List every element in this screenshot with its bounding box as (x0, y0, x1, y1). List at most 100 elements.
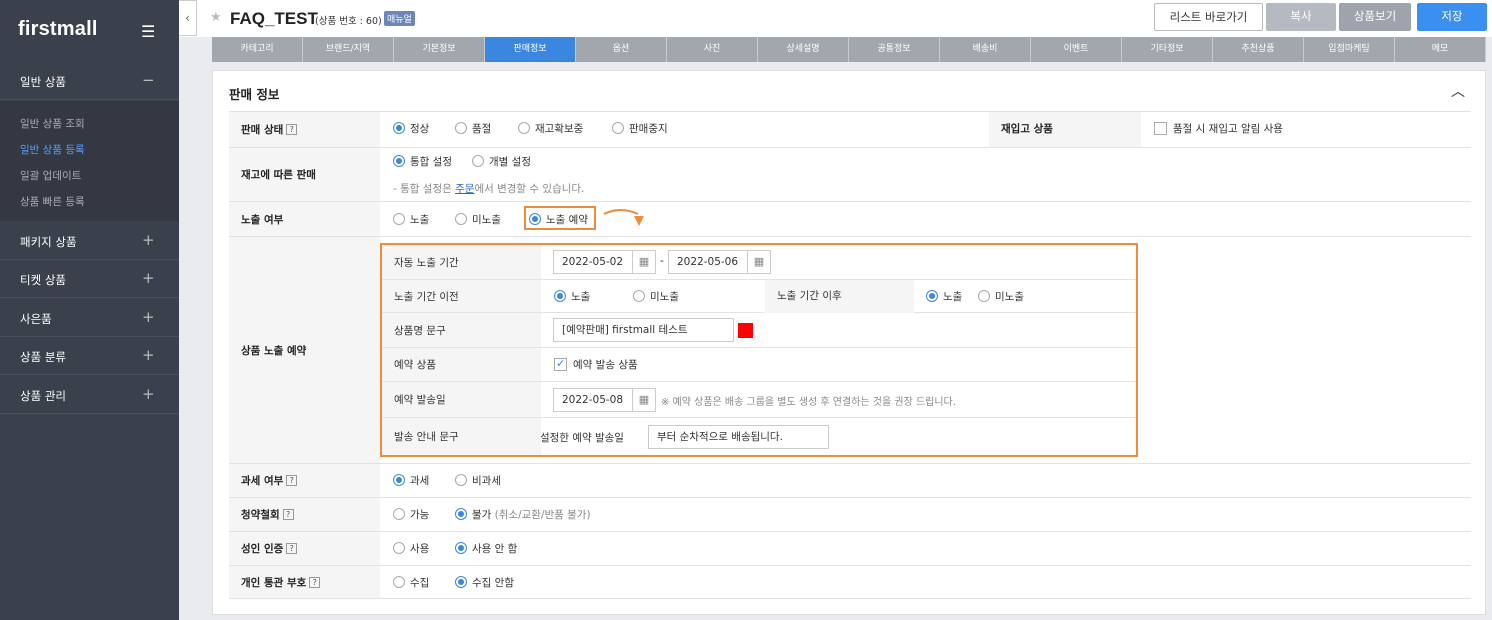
help-icon[interactable]: ? (286, 543, 298, 554)
radio-label: 재고확보중 (535, 123, 584, 135)
radio-not-collect[interactable]: 수집 안함 (455, 575, 514, 590)
radio-label: 노출 (943, 291, 963, 303)
radio-after-hide[interactable]: 미노출 (978, 289, 1024, 304)
collapse-icon[interactable]: − (142, 71, 155, 89)
date-dash: - (660, 255, 664, 267)
radio-normal[interactable]: 정상 (393, 121, 429, 136)
tab-memo[interactable]: 메모 (1395, 37, 1486, 62)
tab-brand[interactable]: 브랜드/지역 (303, 37, 394, 62)
guide-input[interactable]: 부터 순차적으로 배송됩니다. (648, 425, 829, 449)
manual-badge[interactable]: 매뉴얼 (384, 11, 415, 26)
calendar-icon[interactable]: ▦ (747, 250, 771, 274)
sidebar-section-category[interactable]: 상품 분류 + (0, 337, 179, 375)
brand-logo[interactable]: firstmall (18, 18, 98, 41)
sidebar-section-gift[interactable]: 사은품 + (0, 299, 179, 337)
help-icon[interactable]: ? (286, 124, 298, 135)
radio-label: 수집 안함 (472, 577, 514, 589)
row-label: 개인 통관 부호? (229, 566, 380, 598)
radio-possible[interactable]: 가능 (393, 507, 429, 522)
radio-taxfree[interactable]: 비과세 (455, 473, 501, 488)
menu-icon[interactable]: ☰ (141, 22, 155, 41)
expand-icon[interactable]: + (142, 269, 155, 287)
radio-stopped[interactable]: 판매중지 (612, 121, 668, 136)
radio-impossible[interactable]: 불가 (취소/교환/반품 불가) (455, 507, 591, 522)
row-label: 자동 노출 기간 (382, 245, 541, 279)
radio-expose[interactable]: 노출 (393, 212, 429, 227)
start-date-input[interactable]: 2022-05-02 (553, 250, 633, 274)
radio-hide[interactable]: 미노출 (455, 212, 501, 227)
radio-integrated[interactable]: 통합 설정 (393, 154, 452, 169)
sidebar-item-product-register[interactable]: 일반 상품 등록 (20, 142, 85, 157)
help-icon[interactable]: ? (282, 509, 294, 520)
product-name-input[interactable]: [예약판매] firstmall 테스트 (553, 318, 734, 342)
help-icon[interactable]: ? (286, 475, 298, 486)
tab-common[interactable]: 공통정보 (849, 37, 940, 62)
sidebar-section-label: 상품 분류 (20, 350, 66, 364)
save-button[interactable]: 저장 (1417, 3, 1487, 31)
star-icon[interactable]: ★ (210, 10, 222, 25)
copy-button[interactable]: 복사 (1266, 3, 1336, 31)
expand-icon[interactable]: + (142, 231, 155, 249)
radio-use[interactable]: 사용 (393, 541, 429, 556)
row-before-period: 노출 기간 이전 노출 미노출 노출 기간 이후 노출 미노출 (382, 280, 1136, 313)
radio-soldout[interactable]: 품절 (455, 121, 491, 136)
end-date-input[interactable]: 2022-05-06 (668, 250, 748, 274)
sidebar-section-manage[interactable]: 상품 관리 + (0, 376, 179, 414)
row-label: 노출 여부 (229, 202, 380, 236)
reserve-checkbox[interactable]: 예약 발송 상품 (554, 357, 638, 372)
row-label: 상품명 문구 (382, 313, 541, 347)
tab-recommend[interactable]: 추천상품 (1213, 37, 1304, 62)
tab-marketing[interactable]: 입점마케팅 (1304, 37, 1395, 62)
radio-not-use[interactable]: 사용 안 함 (455, 541, 517, 556)
note-text: - 통합 설정은 (393, 183, 456, 195)
radio-taxed[interactable]: 과세 (393, 473, 429, 488)
restock-checkbox[interactable]: 품절 시 재입고 알림 사용 (1154, 121, 1283, 136)
sidebar-section-label: 티켓 상품 (20, 273, 66, 287)
radio-restocking[interactable]: 재고확보중 (518, 121, 583, 136)
label-text: 과세 여부 (241, 475, 284, 487)
tab-shipping[interactable]: 배송비 (940, 37, 1031, 62)
restock-label: 재입고 상품 (989, 112, 1141, 147)
sidebar-item-quick-register[interactable]: 상품 빠른 등록 (20, 194, 85, 209)
back-arrow-icon[interactable]: ‹ (179, 0, 197, 36)
row-label: 청약철회? (229, 498, 380, 531)
radio-after-expose[interactable]: 노출 (926, 289, 962, 304)
radio-label: 미노출 (650, 291, 679, 303)
tab-basic[interactable]: 기본정보 (394, 37, 485, 62)
calendar-icon[interactable]: ▦ (632, 388, 656, 412)
tab-category[interactable]: 카테고리 (212, 37, 303, 62)
tab-etc[interactable]: 기타정보 (1122, 37, 1213, 62)
view-product-button[interactable]: 상품보기 (1339, 3, 1411, 31)
row-customs: 개인 통관 부호? 수집 수집 안함 (229, 565, 1471, 599)
radio-collect[interactable]: 수집 (393, 575, 429, 590)
label-text: 성인 인증 (241, 543, 284, 555)
color-picker[interactable] (738, 323, 753, 338)
label-text: 개인 통관 부호 (241, 576, 307, 589)
help-icon[interactable]: ? (309, 576, 321, 588)
tab-photos[interactable]: 사진 (667, 37, 758, 62)
sidebar-section-general[interactable]: 일반 상품 − (0, 62, 179, 100)
expand-icon[interactable]: + (142, 346, 155, 364)
tab-event[interactable]: 이벤트 (1031, 37, 1122, 62)
tab-sales[interactable]: 판매정보 (485, 37, 576, 62)
radio-label: 정상 (410, 123, 430, 135)
radio-before-hide[interactable]: 미노출 (633, 289, 679, 304)
expand-icon[interactable]: + (142, 385, 155, 403)
chevron-up-icon[interactable]: ︿ (1451, 81, 1465, 101)
note-text: 에서 변경할 수 있습니다. (474, 183, 585, 195)
sidebar-section-ticket[interactable]: 티켓 상품 + (0, 260, 179, 298)
tab-options[interactable]: 옵션 (576, 37, 667, 62)
sidebar-item-product-list[interactable]: 일반 상품 조회 (20, 116, 85, 131)
order-link[interactable]: 주문 (455, 183, 474, 195)
sidebar-section-package[interactable]: 패키지 상품 + (0, 222, 179, 260)
list-shortcut-button[interactable]: 리스트 바로가기 (1154, 3, 1263, 31)
radio-label: 비과세 (472, 475, 501, 487)
calendar-icon[interactable]: ▦ (632, 250, 656, 274)
sidebar-item-bulk-update[interactable]: 일괄 업데이트 (20, 168, 81, 183)
radio-before-expose[interactable]: 노출 (554, 289, 590, 304)
row-label: 성인 인증? (229, 532, 380, 565)
radio-individual[interactable]: 개별 설정 (472, 154, 531, 169)
tab-description[interactable]: 상세설명 (758, 37, 849, 62)
ship-date-input[interactable]: 2022-05-08 (553, 388, 633, 412)
expand-icon[interactable]: + (142, 308, 155, 326)
